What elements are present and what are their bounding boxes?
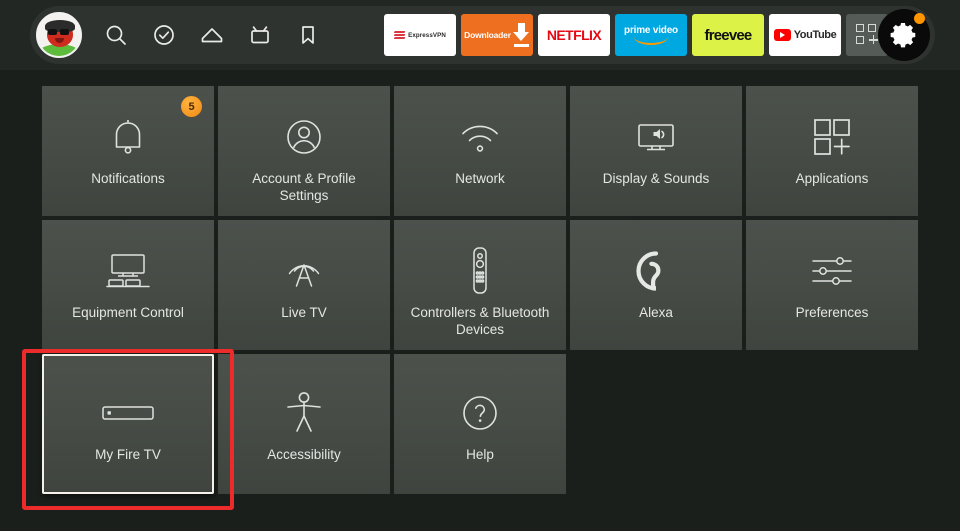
settings-tile-network[interactable]: Network xyxy=(394,86,566,216)
settings-tile-notifications[interactable]: Notifications 5 xyxy=(42,86,214,216)
apps-grid-plus-icon xyxy=(856,24,878,46)
settings-tile-label: Controllers & Bluetooth Devices xyxy=(410,305,550,337)
settings-tile-my-fire-tv[interactable]: My Fire TV xyxy=(42,354,214,494)
fire-tv-settings-screen: ExpressVPN Downloader NETFLIX prime vide… xyxy=(0,0,960,531)
app-tile-expressvpn[interactable]: ExpressVPN xyxy=(384,14,456,56)
apps-grid-plus-icon xyxy=(810,108,854,166)
app-tile-freevee[interactable]: freevee xyxy=(692,14,764,56)
bell-icon xyxy=(106,108,150,166)
settings-tile-accessibility[interactable]: Accessibility xyxy=(218,354,390,494)
app-shortcut-row: ExpressVPN Downloader NETFLIX prime vide… xyxy=(384,14,888,56)
settings-notification-dot xyxy=(914,13,925,24)
settings-tile-label: Accessibility xyxy=(267,447,341,462)
app-tile-netflix[interactable]: NETFLIX xyxy=(538,14,610,56)
home-icon[interactable] xyxy=(188,11,236,59)
settings-tile-account[interactable]: Account & Profile Settings xyxy=(218,86,390,216)
settings-tile-label: Alexa xyxy=(639,305,673,320)
broadcast-tower-icon xyxy=(281,242,327,300)
bookmark-icon[interactable] xyxy=(284,11,332,59)
settings-tile-label: Display & Sounds xyxy=(602,171,710,186)
settings-tile-label: My Fire TV xyxy=(95,447,161,462)
settings-row-1: Notifications 5 Account & Profile Settin… xyxy=(42,86,920,216)
question-circle-icon xyxy=(459,384,501,442)
download-arrow-icon xyxy=(512,23,530,47)
expressvpn-logo-icon xyxy=(393,30,406,41)
settings-tile-controllers[interactable]: Controllers & Bluetooth Devices xyxy=(394,220,566,350)
app-tile-youtube[interactable]: YouTube xyxy=(769,14,841,56)
app-label-expressvpn: ExpressVPN xyxy=(408,31,446,39)
settings-button[interactable] xyxy=(878,9,930,61)
app-tile-downloader[interactable]: Downloader xyxy=(461,14,533,56)
user-avatar[interactable] xyxy=(36,12,82,58)
top-navigation-pill: ExpressVPN Downloader NETFLIX prime vide… xyxy=(30,6,935,64)
nav-icon-group xyxy=(30,11,332,59)
tv-equipment-icon xyxy=(103,242,153,300)
top-navigation-bar: ExpressVPN Downloader NETFLIX prime vide… xyxy=(0,0,960,70)
live-tv-icon[interactable] xyxy=(236,11,284,59)
settings-tile-label: Live TV xyxy=(281,305,327,320)
settings-tile-help[interactable]: Help xyxy=(394,354,566,494)
tv-speaker-icon xyxy=(632,108,680,166)
app-label-netflix: NETFLIX xyxy=(546,27,602,43)
app-label-freevee: freevee xyxy=(704,26,753,44)
settings-tile-label: Account & Profile Settings xyxy=(252,171,356,203)
notification-badge: 5 xyxy=(181,96,202,117)
settings-tile-label: Help xyxy=(466,447,494,462)
settings-tile-display[interactable]: Display & Sounds xyxy=(570,86,742,216)
settings-row-2: Equipment Control Live TV Controllers & … xyxy=(42,220,920,350)
settings-tile-alexa[interactable]: Alexa xyxy=(570,220,742,350)
settings-grid: Notifications 5 Account & Profile Settin… xyxy=(42,86,920,498)
settings-tile-preferences[interactable]: Preferences xyxy=(746,220,918,350)
youtube-play-icon xyxy=(773,29,791,41)
wifi-icon xyxy=(457,108,503,166)
prime-smile-icon xyxy=(634,37,668,45)
app-label-downloader: Downloader xyxy=(464,30,511,40)
settings-tile-label: Network xyxy=(455,171,505,186)
check-circle-icon[interactable] xyxy=(140,11,188,59)
avatar-glasses-left xyxy=(48,29,57,35)
settings-tile-label: Notifications xyxy=(91,171,165,186)
settings-tile-label: Equipment Control xyxy=(72,305,184,320)
fire-tv-stick-icon xyxy=(101,384,155,442)
settings-tile-applications[interactable]: Applications xyxy=(746,86,918,216)
settings-tile-equipment-control[interactable]: Equipment Control xyxy=(42,220,214,350)
app-label-primevideo: prime video xyxy=(624,24,678,36)
settings-tile-label: Applications xyxy=(795,171,869,186)
settings-tile-label: Preferences xyxy=(795,305,869,320)
alexa-ring-icon xyxy=(635,242,677,300)
sliders-icon xyxy=(808,242,856,300)
person-circle-icon xyxy=(282,108,326,166)
remote-control-icon xyxy=(467,242,493,300)
search-icon[interactable] xyxy=(92,11,140,59)
app-label-youtube: YouTube xyxy=(793,29,837,41)
settings-row-3: My Fire TV Accessibility Help xyxy=(42,354,920,494)
settings-tile-live-tv[interactable]: Live TV xyxy=(218,220,390,350)
app-tile-primevideo[interactable]: prime video xyxy=(615,14,687,56)
gear-icon xyxy=(890,23,916,48)
avatar-glasses-right xyxy=(60,29,69,35)
accessibility-person-icon xyxy=(283,384,325,442)
